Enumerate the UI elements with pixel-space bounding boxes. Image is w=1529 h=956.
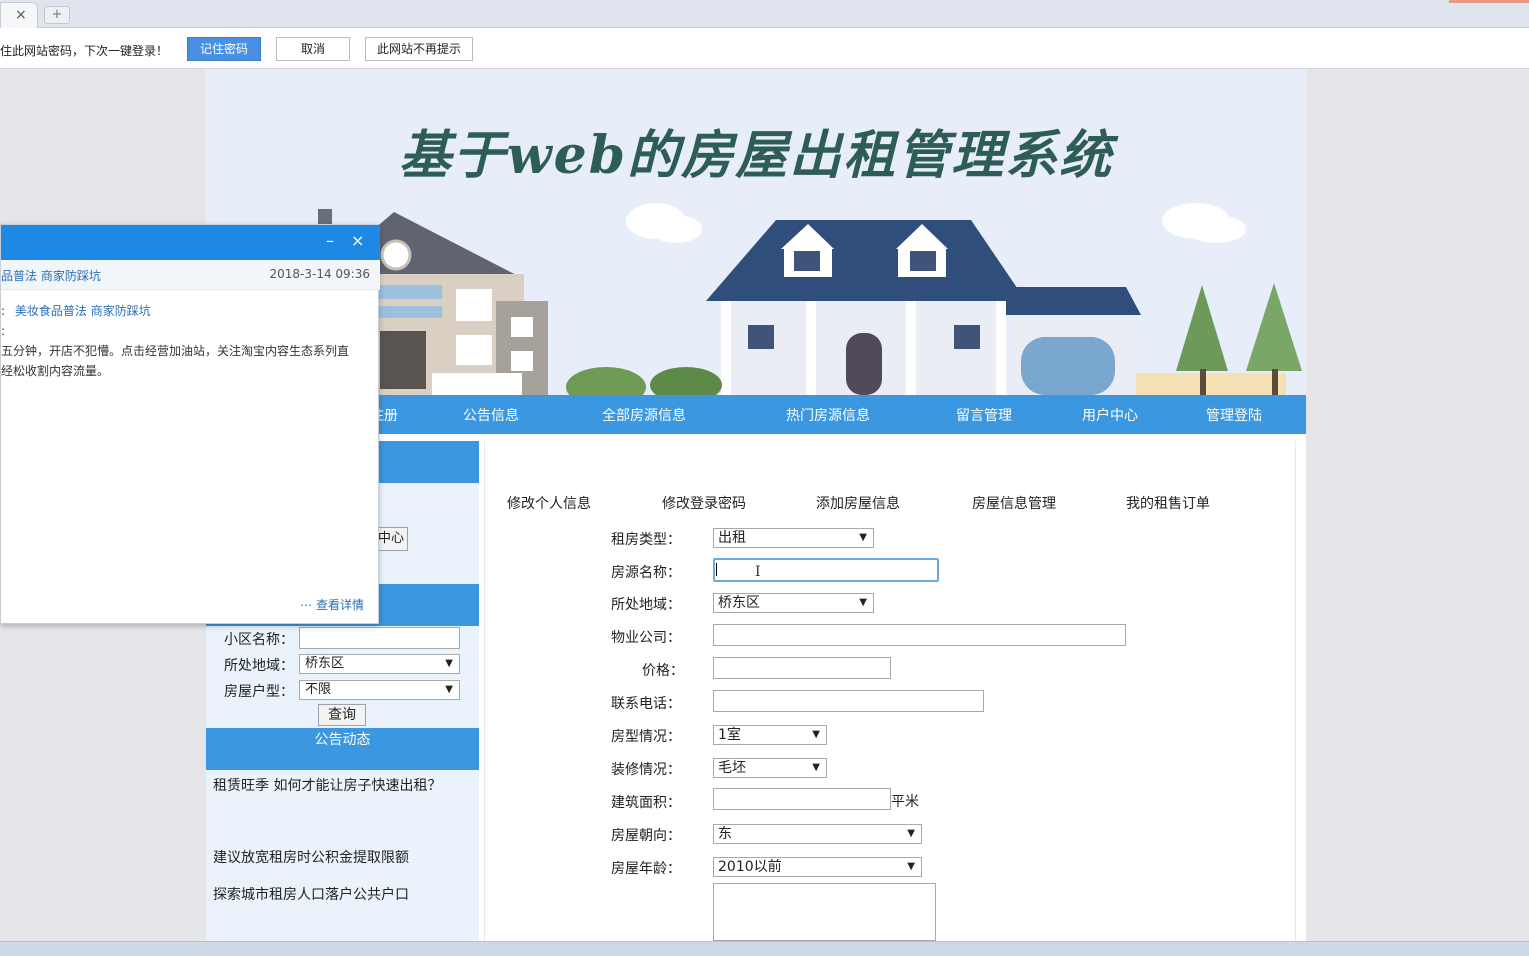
window-corner-mark [1449, 0, 1529, 3]
region-label: 所处地域： [611, 597, 681, 613]
nav-announcements[interactable]: 公告信息 [463, 405, 519, 425]
browser-tab[interactable]: × [0, 2, 38, 28]
orientation-select[interactable]: 东 ▼ [713, 824, 922, 844]
nav-hot-listings[interactable]: 热门房源信息 [786, 405, 870, 425]
popup-link-line: : 美妆食品普法 商家防踩坑 [1, 301, 371, 321]
popup-line: 五分钟，开店不犯懵。点击经营加油站，关注淘宝内容生态系列直 [1, 344, 350, 358]
menu-manage-houses[interactable]: 房屋信息管理 [972, 493, 1056, 513]
save-password-bar: 记住此网站密码，下次一键登录！ 记住密码 取消 此网站不再提示 [0, 28, 1529, 69]
menu-my-orders[interactable]: 我的租售订单 [1126, 493, 1210, 513]
age-select[interactable]: 2010以前 ▼ [713, 857, 922, 877]
notice-item[interactable]: 建议放宽租房时公积金提取限额 [213, 841, 453, 875]
decor-label: 装修情况： [611, 762, 681, 778]
phone-input[interactable] [713, 690, 984, 712]
price-label: 价格： [642, 663, 684, 679]
user-center-button[interactable]: 中心 [374, 527, 408, 551]
popup-line: 经松收割内容流量。 [1, 364, 110, 378]
chevron-down-icon: ▼ [907, 861, 915, 872]
area-label: 建筑面积： [611, 795, 681, 811]
phone-label: 联系电话： [611, 696, 681, 712]
age-label: 房屋年龄： [611, 861, 681, 877]
chevron-down-icon: ▼ [907, 828, 915, 839]
popup-link[interactable]: 美妆食品普法 商家防踩坑 [15, 304, 151, 318]
chevron-down-icon: ▼ [812, 729, 820, 740]
popup-link-prefix: : [1, 304, 6, 318]
chevron-down-icon: ▼ [859, 532, 867, 543]
rent-type-label: 租房类型： [611, 532, 681, 548]
popup-header: – × [1, 225, 380, 260]
room-value: 1室 [718, 727, 741, 743]
region-value: 桥东区 [718, 595, 760, 611]
notice-item[interactable]: 租赁旺季 如何才能让房子快速出租？ [213, 769, 453, 803]
region-label: 所处地域： [224, 658, 294, 674]
layout-select[interactable]: 不限 ▼ [299, 680, 460, 700]
new-tab-button[interactable]: + [44, 6, 70, 24]
community-input[interactable] [299, 627, 460, 649]
nav-messages[interactable]: 留言管理 [956, 405, 1012, 425]
notice-item[interactable]: 探索城市租房人口落户公共户口 [213, 878, 453, 912]
decor-value: 毛坯 [718, 760, 746, 776]
notification-popup: – × 品普法 商家防踩坑 2018-3-14 09:36 : 美妆食品普法 商… [0, 224, 380, 624]
menu-change-password[interactable]: 修改登录密码 [662, 493, 746, 513]
browser-status-bar [0, 941, 1529, 956]
rent-type-value: 出租 [718, 530, 746, 546]
orientation-label: 房屋朝向： [611, 828, 681, 844]
popup-source: 品普法 商家防踩坑 [1, 269, 101, 283]
community-label: 小区名称： [224, 632, 294, 648]
view-details-label: 查看详情 [315, 598, 364, 612]
house-name-input[interactable]: I [713, 558, 939, 582]
ibeam-cursor-icon: I [755, 564, 761, 580]
menu-edit-profile[interactable]: 修改个人信息 [507, 493, 591, 513]
nav-all-listings[interactable]: 全部房源信息 [602, 405, 686, 425]
popup-body: : 美妆食品普法 商家防踩坑 : 五分钟，开店不犯懵。点击经营加油站，关注淘宝内… [1, 301, 371, 381]
age-value: 2010以前 [718, 859, 782, 875]
property-label: 物业公司： [611, 630, 681, 646]
region-select[interactable]: 桥东区 ▼ [299, 654, 460, 674]
popup-line: : [1, 324, 6, 338]
main-content: 修改个人信息 修改登录密码 添加房屋信息 房屋信息管理 我的租售订单 租房类型：… [484, 441, 1296, 941]
orientation-value: 东 [718, 826, 732, 842]
layout-label: 房屋户型： [224, 684, 294, 700]
nav-admin-login[interactable]: 管理登陆 [1206, 405, 1262, 425]
menu-add-house[interactable]: 添加房屋信息 [816, 493, 900, 513]
remember-password-button[interactable]: 记住密码 [187, 37, 261, 61]
popup-time: 2018-3-14 09:36 [269, 267, 371, 281]
region-select[interactable]: 桥东区 ▼ [713, 593, 874, 613]
popup-subheader: 品普法 商家防踩坑 2018-3-14 09:36 [1, 260, 380, 290]
layout-select-value: 不限 [305, 682, 332, 697]
save-password-message: 记住此网站密码，下次一键登录！ [0, 44, 169, 58]
room-select[interactable]: 1室 ▼ [713, 725, 827, 745]
text-cursor [716, 563, 717, 576]
price-input[interactable] [713, 657, 891, 679]
cancel-button[interactable]: 取消 [276, 37, 350, 61]
minimize-icon[interactable]: – [326, 231, 334, 250]
chevron-down-icon: ▼ [859, 597, 867, 608]
notice-header: 公告动态 [206, 728, 479, 770]
area-input[interactable] [713, 788, 891, 810]
site-title: 基于web的房屋出租管理系统 [398, 125, 1114, 186]
rent-type-select[interactable]: 出租 ▼ [713, 528, 874, 548]
house-name-label: 房源名称： [611, 565, 681, 581]
view-details-link[interactable]: ⋯ 查看详情 [300, 596, 364, 613]
property-input[interactable] [713, 624, 1126, 646]
chevron-down-icon: ▼ [445, 658, 453, 669]
decor-select[interactable]: 毛坯 ▼ [713, 758, 827, 778]
close-icon[interactable]: × [351, 231, 364, 250]
area-unit: 平米 [891, 794, 919, 810]
room-label: 房型情况： [611, 729, 681, 745]
browser-tab-strip: × + [0, 0, 1529, 28]
chevron-down-icon: ▼ [812, 762, 820, 773]
tab-close-icon[interactable]: × [15, 7, 27, 23]
more-icon: ⋯ [300, 598, 313, 612]
query-button[interactable]: 查询 [318, 704, 366, 726]
description-textarea[interactable] [713, 883, 936, 941]
chevron-down-icon: ▼ [445, 684, 453, 695]
never-remind-button[interactable]: 此网站不再提示 [365, 37, 473, 61]
nav-user-center[interactable]: 用户中心 [1082, 405, 1138, 425]
region-select-value: 桥东区 [305, 656, 345, 671]
